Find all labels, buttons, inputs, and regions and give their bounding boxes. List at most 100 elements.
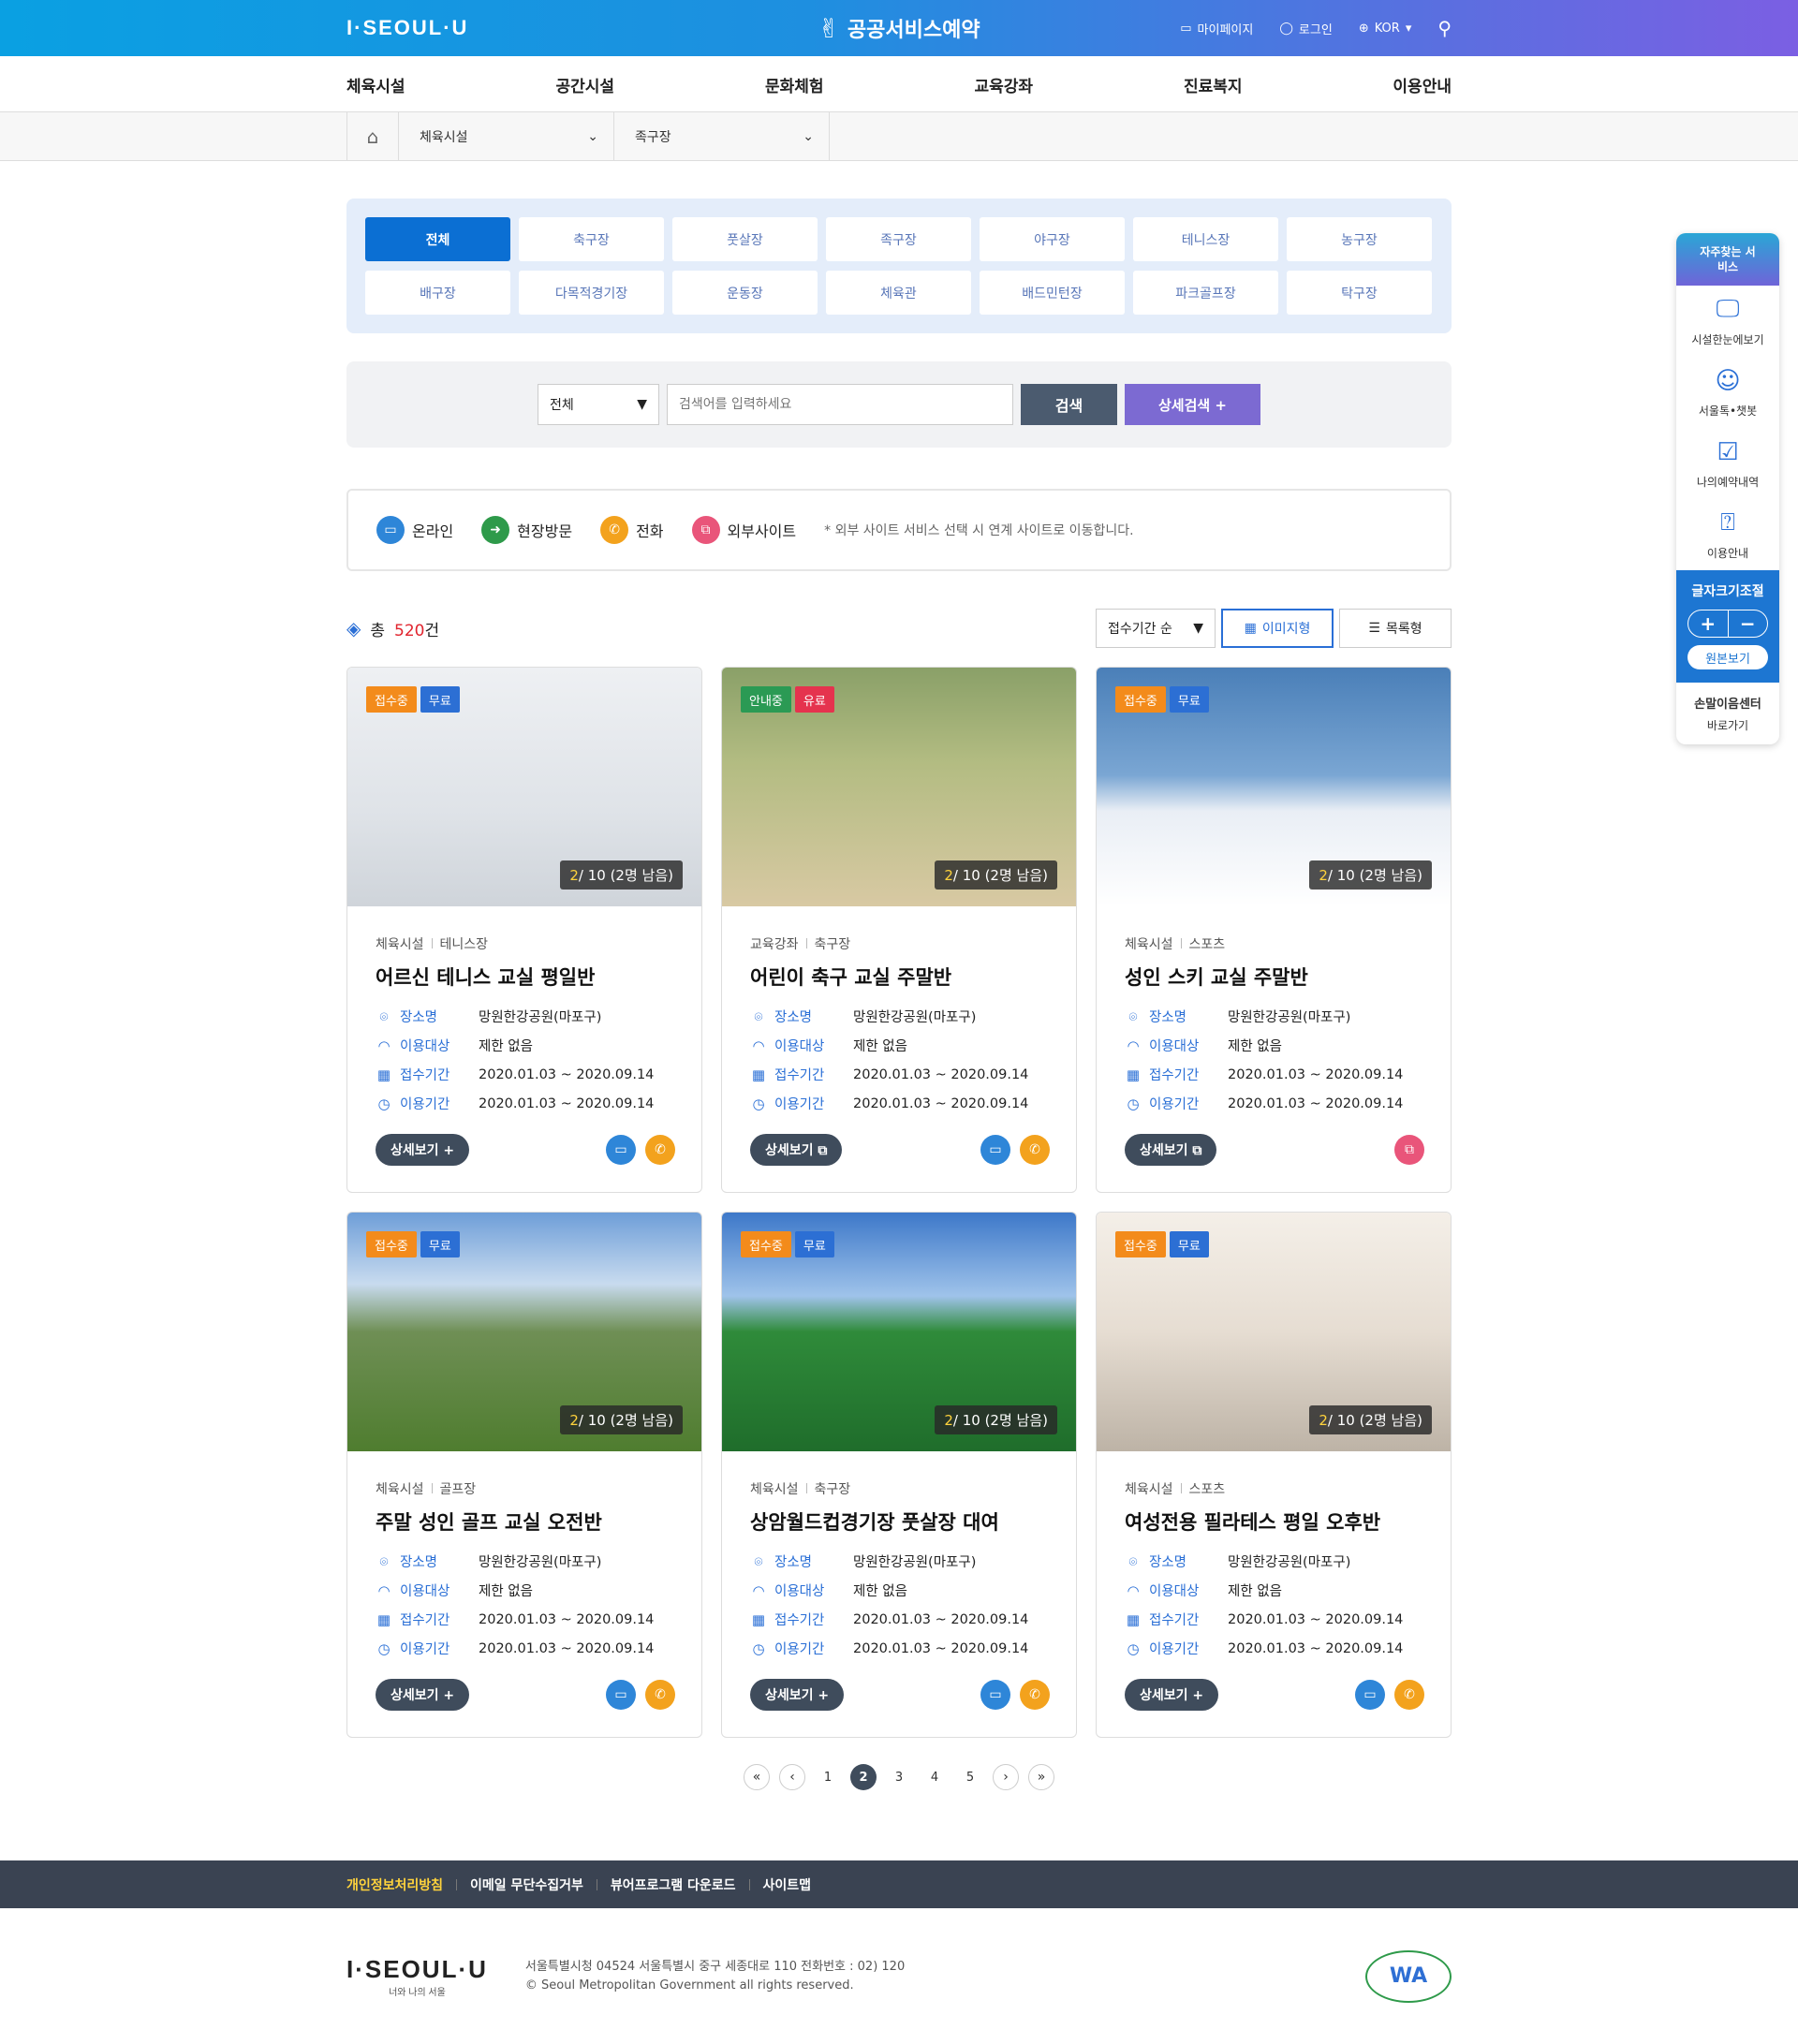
monitor-icon[interactable]: ▭ [1355,1680,1385,1710]
footer-link[interactable]: 이메일 무단수집거부 [470,1875,583,1894]
last-page-icon[interactable]: » [1028,1764,1054,1790]
program-card[interactable]: 접수중 무료 2/ 10 (2명 남음) 체육시설 스포츠 성인 스키 교실 주말반 ⌾ 장소… [1096,667,1452,1193]
first-page-icon[interactable]: « [744,1764,770,1790]
breadcrumb-select-2[interactable]: 족구장 ⌄ [614,112,830,161]
detail-button[interactable]: 상세보기 ⧉ [750,1134,843,1166]
gnb-item[interactable]: 진료복지 [1184,73,1243,96]
sign-language-logo: 손말이음센터 [1694,698,1761,712]
category-tab[interactable]: 체육관 [826,271,971,315]
quick-chatbot-link[interactable]: ☺ 서울톡•챗봇 [1676,357,1779,428]
next-page-icon[interactable]: › [993,1764,1019,1790]
detail-button[interactable]: 상세보기 ⧉ [1125,1134,1217,1166]
category-tab[interactable]: 탁구장 [1287,271,1432,315]
quick-reservation-link[interactable]: ☑ 나의예약내역 [1676,428,1779,499]
home-icon[interactable]: ⌂ [346,112,399,161]
program-card[interactable]: 접수중 무료 2/ 10 (2명 남음) 체육시설 스포츠 여성전용 필라테스 평일 오후… [1096,1212,1452,1738]
phone-icon[interactable]: ✆ [645,1680,675,1710]
external-site-icon[interactable]: ⧉ [1394,1135,1424,1165]
font-decrease-button[interactable]: − [1729,610,1768,637]
monitor-icon[interactable]: ▭ [606,1135,636,1165]
fee-badge: 무료 [1169,1231,1209,1257]
detail-search-button[interactable]: 상세검색 + [1125,384,1260,425]
footer-link[interactable]: 사이트맵 [763,1875,812,1894]
view-image-button[interactable]: ▦ 이미지형 [1221,609,1334,648]
breadcrumb: ⌂ 체육시설 ⌄ 족구장 ⌄ [0,112,1798,161]
capacity-badge: 2/ 10 (2명 남음) [560,1405,683,1434]
font-reset-button[interactable]: 원본보기 [1687,645,1768,669]
program-card[interactable]: 접수중 무료 2/ 10 (2명 남음) 체육시설 축구장 상암월드컵경기장 풋살장 대여… [721,1212,1077,1738]
page-number[interactable]: 4 [921,1764,948,1790]
gnb-item[interactable]: 체육시설 [346,73,405,96]
person-icon: ◠ [377,1581,391,1599]
program-title[interactable]: 여성전용 필라테스 평일 오후반 [1125,1507,1422,1536]
mypage-link[interactable]: ▭ 마이페이지 [1180,20,1253,37]
gnb-item[interactable]: 교육강좌 [974,73,1033,96]
prev-page-icon[interactable]: ‹ [779,1764,805,1790]
clock-icon: ◷ [1127,1095,1140,1112]
seoul-logo[interactable]: I·SEOUL·U [346,16,468,40]
detail-button[interactable]: 상세보기 + [750,1679,845,1711]
view-list-button[interactable]: ☰ 목록형 [1339,609,1452,648]
program-title[interactable]: 어르신 테니스 교실 평일반 [376,963,673,991]
gnb-item[interactable]: 이용안내 [1393,73,1452,96]
sign-language-link[interactable]: 손말이음센터 바로가기 [1676,683,1779,744]
category-tab[interactable]: 다목적경기장 [519,271,664,315]
program-title[interactable]: 어린이 축구 교실 주말반 [750,963,1048,991]
monitor-icon[interactable]: ▭ [980,1135,1010,1165]
program-image: 접수중 무료 2/ 10 (2명 남음) [347,1213,701,1451]
program-card[interactable]: 접수중 무료 2/ 10 (2명 남음) 체육시설 골프장 주말 성인 골프 교실 오전반… [346,1212,702,1738]
category-tab[interactable]: 전체 [365,217,510,261]
footer-nav: 개인정보처리방침 이메일 무단수집거부 뷰어프로그램 다운로드 사이트맵 [0,1860,1798,1908]
login-link[interactable]: ◯ 로그인 [1279,20,1332,37]
search-button[interactable]: 검색 [1021,384,1117,425]
language-select[interactable]: ⊕ KOR ▾ [1359,22,1412,36]
page-number[interactable]: 2 [850,1764,877,1790]
service-brand[interactable]: ✌ 공공서비스예약 [818,13,980,44]
phone-icon[interactable]: ✆ [1020,1135,1050,1165]
category-tab[interactable]: 운동장 [672,271,818,315]
category-tab[interactable]: 테니스장 [1133,217,1278,261]
category-tab[interactable]: 파크골프장 [1133,271,1278,315]
category-tab[interactable]: 족구장 [826,217,971,261]
category-tab[interactable]: 풋살장 [672,217,818,261]
footer-link[interactable]: 개인정보처리방침 [346,1875,443,1894]
gnb-item[interactable]: 공간시설 [555,73,614,96]
search-input[interactable] [667,384,1013,425]
monitor-icon[interactable]: ▭ [606,1680,636,1710]
category-tab[interactable]: 축구장 [519,217,664,261]
quick-guide-link[interactable]: ⍰ 이용안내 [1676,499,1779,570]
program-card[interactable]: 접수중 무료 2/ 10 (2명 남음) 체육시설 테니스장 어르신 테니스 교실 평일반… [346,667,702,1193]
info-row-use: ◷ 이용기간 2020.01.03 ~ 2020.09.14 [750,1089,1048,1118]
phone-icon[interactable]: ✆ [645,1135,675,1165]
pagination: « ‹ 1 2 3 4 5 › » [346,1764,1452,1790]
phone-icon[interactable]: ✆ [1020,1680,1050,1710]
page-number[interactable]: 1 [815,1764,841,1790]
breadcrumb-select-1[interactable]: 체육시설 ⌄ [399,112,614,161]
detail-button[interactable]: 상세보기 + [376,1134,470,1166]
person-icon: ◠ [752,1037,765,1054]
program-title[interactable]: 성인 스키 교실 주말반 [1125,963,1422,991]
detail-button[interactable]: 상세보기 + [376,1679,470,1711]
pin-icon: ⌾ [754,1007,763,1025]
gnb-item[interactable]: 문화체험 [765,73,824,96]
footer-link[interactable]: 뷰어프로그램 다운로드 [611,1875,736,1894]
monitor-icon[interactable]: ▭ [980,1680,1010,1710]
search-box: 전체▼ 검색 상세검색 + [346,361,1452,448]
detail-button[interactable]: 상세보기 + [1125,1679,1219,1711]
program-title[interactable]: 주말 성인 골프 교실 오전반 [376,1507,673,1536]
category-tab[interactable]: 농구장 [1287,217,1432,261]
category-tab[interactable]: 배드민턴장 [980,271,1125,315]
sort-select[interactable]: 접수기간 순 ▼ [1096,609,1216,648]
search-icon[interactable]: ⚲ [1437,17,1452,39]
page-number[interactable]: 3 [886,1764,912,1790]
category-tab[interactable]: 야구장 [980,217,1125,261]
search-scope-select[interactable]: 전체 ▼ [538,384,659,425]
page-number[interactable]: 5 [957,1764,983,1790]
quick-facility-link[interactable]: 🖵 시설한눈에보기 [1676,286,1779,357]
program-title[interactable]: 상암월드컵경기장 풋살장 대여 [750,1507,1048,1536]
category-tab[interactable]: 배구장 [365,271,510,315]
phone-icon[interactable]: ✆ [1394,1680,1424,1710]
list-icon: ☰ [1368,621,1380,636]
font-increase-button[interactable]: + [1688,610,1729,637]
program-card[interactable]: 안내중 유료 2/ 10 (2명 남음) 교육강좌 축구장 어린이 축구 교실 주말반 ⌾ 장… [721,667,1077,1193]
